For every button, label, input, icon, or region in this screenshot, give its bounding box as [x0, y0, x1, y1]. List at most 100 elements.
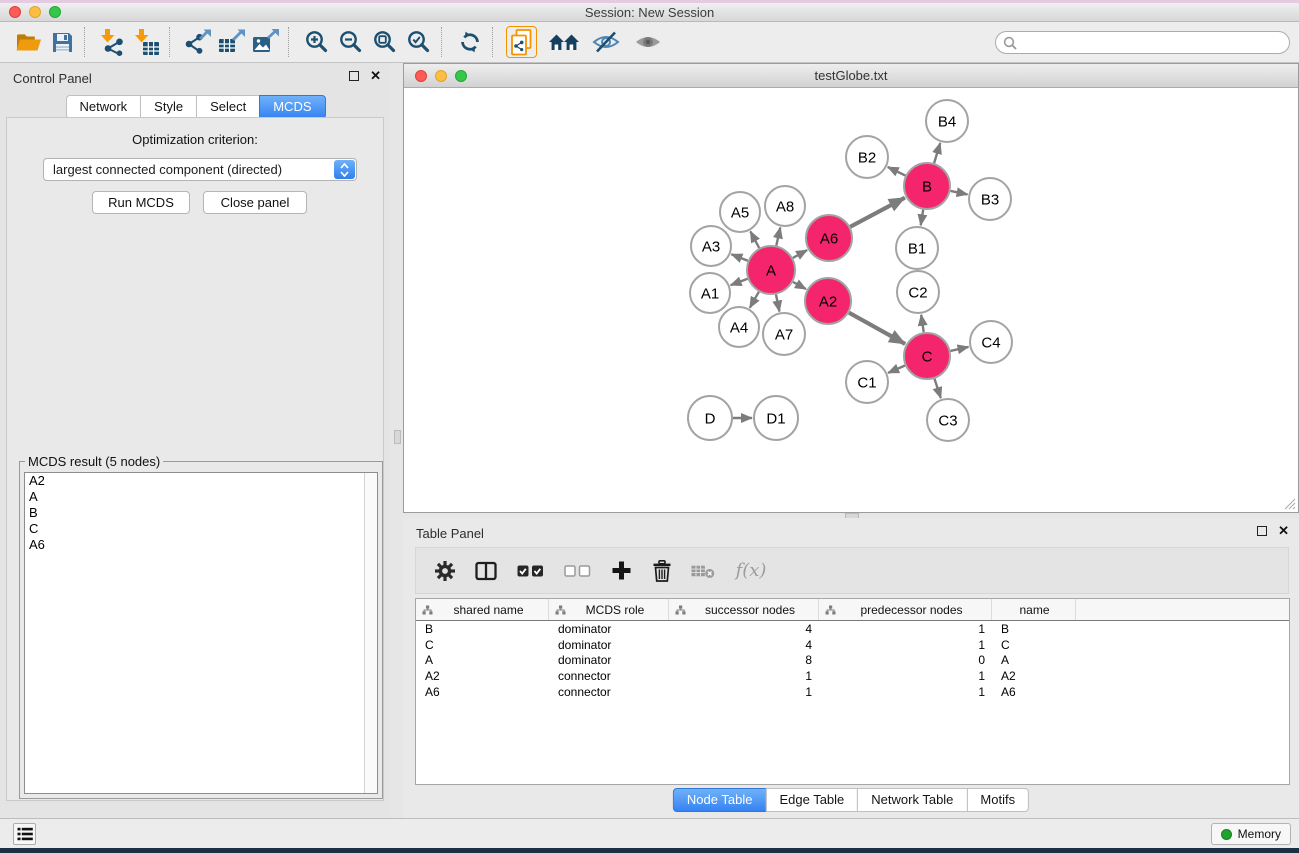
select-all-button[interactable] — [515, 558, 545, 584]
function-builder-button[interactable]: f(x) — [732, 558, 770, 584]
svg-text:C1: C1 — [857, 374, 876, 391]
mcds-result-item[interactable]: A6 — [25, 537, 377, 553]
zoom-out-button[interactable] — [334, 26, 368, 58]
search-input[interactable] — [1021, 36, 1289, 50]
graph-node-B1[interactable]: B1 — [896, 227, 938, 269]
close-panel-button[interactable]: Close panel — [203, 191, 307, 214]
resize-grip-icon[interactable] — [1283, 497, 1296, 510]
table-panel-float-button[interactable] — [1257, 526, 1267, 536]
graph-node-A7[interactable]: A7 — [763, 313, 805, 355]
table-row[interactable]: A2connector11A2 — [416, 668, 1289, 684]
table-row[interactable]: A6connector11A6 — [416, 684, 1289, 700]
control-panel-close-button[interactable]: ✕ — [370, 71, 381, 81]
table-cell: connector — [549, 685, 669, 699]
network-canvas[interactable]: B4 B2 B B3 A5A8A6 B1 A3 A C2 A1 A2 A4A7 C4 C C1 C3 D D1 — [404, 88, 1298, 512]
control-panel: Control Panel ✕ NetworkStyleSelectMCDS O… — [0, 63, 391, 818]
import-network-button[interactable] — [96, 26, 130, 58]
run-mcds-button[interactable]: Run MCDS — [92, 191, 190, 214]
table-cell: A2 — [416, 669, 549, 683]
column-header-name[interactable]: name — [992, 599, 1076, 620]
mcds-result-item[interactable]: A2 — [25, 473, 377, 489]
table-tab-network-table[interactable]: Network Table — [857, 788, 967, 812]
open-session-button[interactable] — [11, 26, 45, 58]
task-history-button[interactable] — [13, 823, 36, 845]
column-header-mcds-role[interactable]: MCDS role — [549, 599, 669, 620]
graph-node-B4[interactable]: B4 — [926, 100, 968, 142]
table-panel-title: Table Panel — [416, 526, 484, 541]
graph-node-A1[interactable]: A1 — [690, 273, 730, 313]
graph-node-C[interactable]: C — [904, 333, 950, 379]
tab-network[interactable]: Network — [65, 95, 141, 119]
graph-node-C1[interactable]: C1 — [846, 361, 888, 403]
table-row[interactable]: Adominator80A — [416, 652, 1289, 668]
table-cell: dominator — [549, 653, 669, 667]
column-view-button[interactable] — [474, 558, 498, 584]
graph-node-C2[interactable]: C2 — [897, 271, 939, 313]
export-table-button[interactable] — [215, 26, 249, 58]
search-field[interactable] — [995, 31, 1290, 54]
table-cell: 4 — [669, 638, 819, 652]
export-network-button[interactable] — [181, 26, 215, 58]
column-header-predecessor-nodes[interactable]: predecessor nodes — [819, 599, 992, 620]
graph-edge-A-A1 — [731, 279, 748, 285]
mcds-result-item[interactable]: B — [25, 505, 377, 521]
table-row[interactable]: Bdominator41B — [416, 621, 1289, 637]
duplicate-network-button[interactable] — [506, 26, 537, 58]
graph-node-D[interactable]: D — [688, 396, 732, 440]
table-tab-motifs[interactable]: Motifs — [966, 788, 1029, 812]
delete-table-button[interactable] — [691, 558, 715, 584]
mcds-result-item[interactable]: A — [25, 489, 377, 505]
graph-node-A2[interactable]: A2 — [805, 278, 851, 324]
graph-node-C3[interactable]: C3 — [927, 399, 969, 441]
import-table-button[interactable] — [130, 26, 164, 58]
graph-node-A4[interactable]: A4 — [719, 307, 759, 347]
main-toolbar — [0, 22, 1299, 63]
graph-node-A3[interactable]: A3 — [691, 226, 731, 266]
home-button[interactable] — [547, 26, 581, 58]
save-session-button[interactable] — [45, 26, 79, 58]
svg-text:B1: B1 — [908, 240, 926, 257]
network-window-titlebar[interactable]: testGlobe.txt — [404, 64, 1298, 88]
tab-select[interactable]: Select — [196, 95, 260, 119]
table-settings-button[interactable] — [433, 558, 457, 584]
graph-node-D1[interactable]: D1 — [754, 396, 798, 440]
export-image-button[interactable] — [249, 26, 283, 58]
hide-panel-button[interactable] — [589, 26, 623, 58]
mcds-list-scrollbar[interactable] — [364, 473, 377, 793]
graph-node-C4[interactable]: C4 — [970, 321, 1012, 363]
graph-node-A[interactable]: A — [747, 246, 795, 294]
columns-icon — [475, 561, 497, 581]
zoom-selected-button[interactable] — [402, 26, 436, 58]
table-cell: A6 — [992, 685, 1076, 699]
criterion-dropdown[interactable]: largest connected component (directed) — [43, 158, 357, 181]
tab-style[interactable]: Style — [140, 95, 197, 119]
control-panel-float-button[interactable] — [349, 71, 359, 81]
zoom-in-button[interactable] — [300, 26, 334, 58]
table-panel-close-button[interactable]: ✕ — [1278, 526, 1289, 536]
column-header-shared-name[interactable]: shared name — [416, 599, 549, 620]
deselect-all-button[interactable] — [562, 558, 592, 584]
mcds-result-list[interactable]: A2ABCA6 — [24, 472, 378, 794]
graph-node-A8[interactable]: A8 — [765, 186, 805, 226]
graph-edge-B-B3 — [951, 191, 968, 195]
table-row[interactable]: Cdominator41C — [416, 637, 1289, 653]
table-tab-edge-table[interactable]: Edge Table — [765, 788, 858, 812]
zoom-fit-icon — [372, 29, 398, 55]
tab-mcds[interactable]: MCDS — [259, 95, 325, 119]
mcds-result-item[interactable]: C — [25, 521, 377, 537]
memory-button[interactable]: Memory — [1211, 823, 1291, 845]
zoom-fit-button[interactable] — [368, 26, 402, 58]
column-header-successor-nodes[interactable]: successor nodes — [669, 599, 819, 620]
graph-node-B2[interactable]: B2 — [846, 136, 888, 178]
refresh-button[interactable] — [453, 26, 487, 58]
graph-node-A6[interactable]: A6 — [806, 215, 852, 261]
svg-text:C3: C3 — [938, 412, 957, 429]
graph-node-A5[interactable]: A5 — [720, 192, 760, 232]
graph-node-B3[interactable]: B3 — [969, 178, 1011, 220]
add-column-button[interactable] — [609, 558, 633, 584]
delete-column-button[interactable] — [650, 558, 674, 584]
graph-node-B[interactable]: B — [904, 163, 950, 209]
table-tab-node-table[interactable]: Node Table — [673, 788, 767, 812]
panel-divider-handle[interactable] — [394, 430, 401, 444]
show-panel-button[interactable] — [631, 26, 665, 58]
